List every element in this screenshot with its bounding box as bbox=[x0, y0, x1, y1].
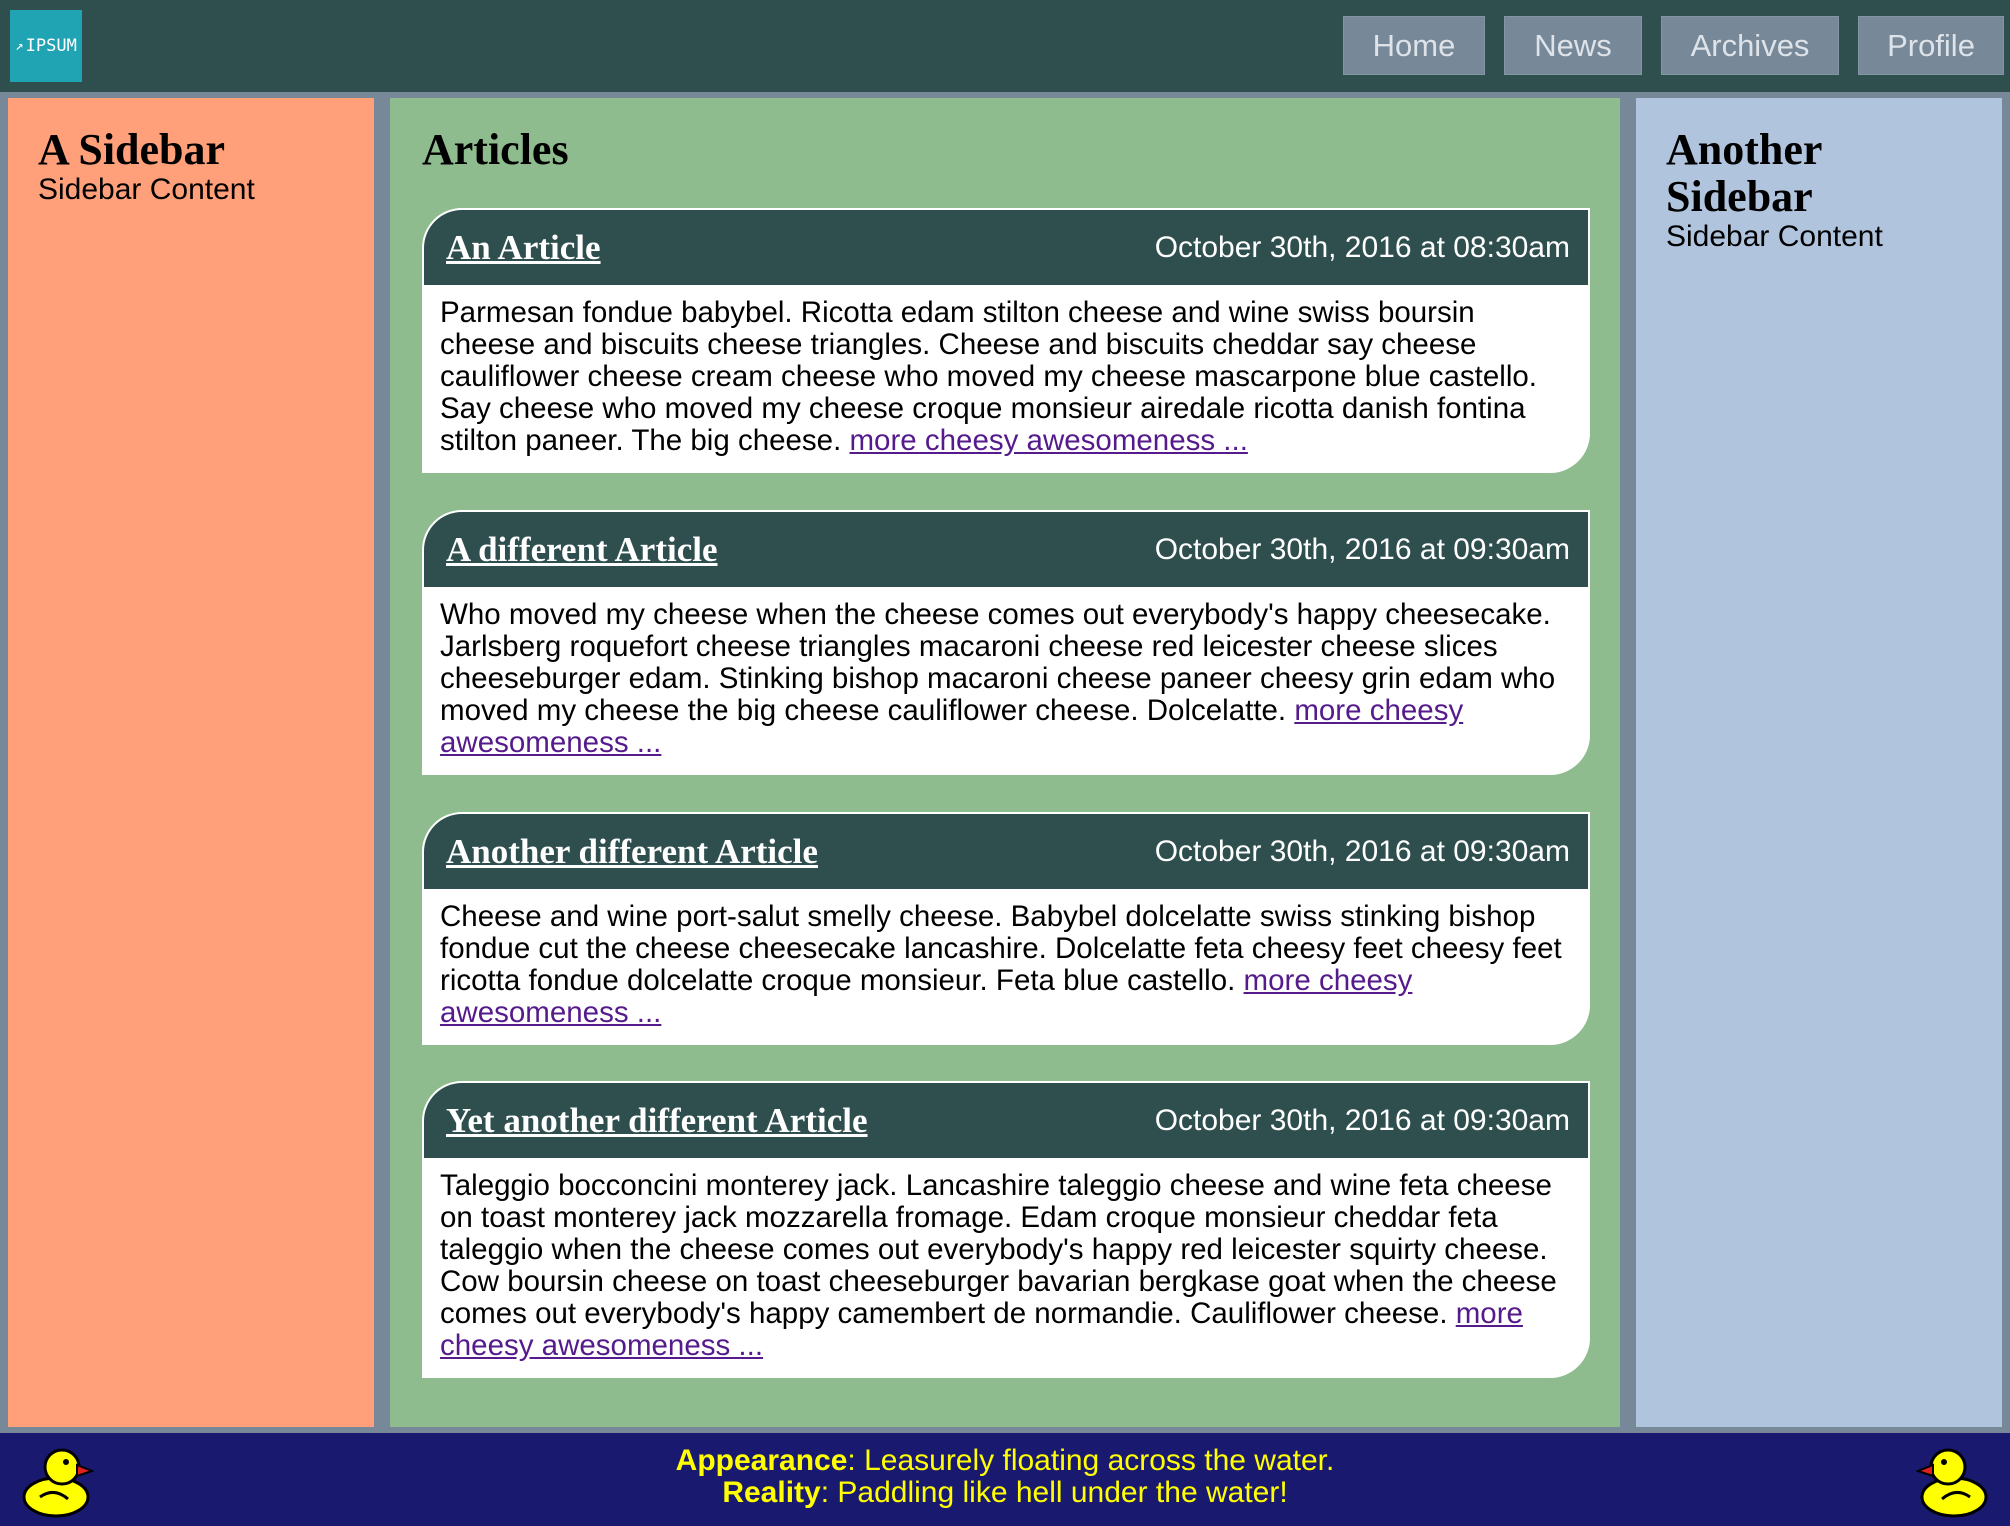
article-body: Who moved my cheese when the cheese come… bbox=[424, 587, 1588, 773]
site-footer: Appearance: Leasurely floating across th… bbox=[0, 1433, 2010, 1526]
article-date: October 30th, 2016 at 09:30am bbox=[1154, 532, 1570, 566]
main-nav: Home News Archives Profile bbox=[1343, 16, 2004, 75]
logo-mark-icon: ↗ bbox=[15, 38, 24, 54]
footer-appearance-label: Appearance bbox=[675, 1444, 848, 1477]
article-header: A different Article October 30th, 2016 a… bbox=[424, 512, 1588, 587]
more-link[interactable]: more cheesy awesomeness ... bbox=[849, 424, 1247, 457]
right-sidebar-title: Another Sidebar bbox=[1666, 125, 1822, 221]
article-date: October 30th, 2016 at 09:30am bbox=[1154, 834, 1570, 868]
article-title-link[interactable]: A different Article bbox=[446, 530, 718, 570]
site-header: ↗ IPSUM Home News Archives Profile bbox=[0, 0, 2010, 92]
site-logo[interactable]: ↗ IPSUM bbox=[10, 10, 82, 82]
main-title: Articles bbox=[422, 125, 569, 174]
footer-line-1: Appearance: Leasurely floating across th… bbox=[0, 1445, 2010, 1477]
article-card: Another different Article October 30th, … bbox=[422, 812, 1590, 1045]
article-card: An Article October 30th, 2016 at 08:30am… bbox=[422, 208, 1590, 473]
article-title-link[interactable]: Yet another different Article bbox=[446, 1101, 868, 1141]
article-date: October 30th, 2016 at 08:30am bbox=[1154, 230, 1570, 264]
nav-profile-button[interactable]: Profile bbox=[1858, 16, 2004, 75]
article-header: Another different Article October 30th, … bbox=[424, 814, 1588, 889]
footer-reality-text: : Paddling like hell under the water! bbox=[820, 1476, 1288, 1509]
nav-archives-button[interactable]: Archives bbox=[1661, 16, 1839, 75]
right-sidebar: Another Sidebar Sidebar Content bbox=[1636, 98, 2002, 1427]
footer-appearance-text: : Leasurely floating across the water. bbox=[847, 1444, 1335, 1477]
footer-line-2: Reality: Paddling like hell under the wa… bbox=[0, 1477, 2010, 1509]
duck-icon bbox=[1916, 1448, 1988, 1518]
logo-text: IPSUM bbox=[25, 36, 77, 56]
left-sidebar: A Sidebar Sidebar Content bbox=[8, 98, 374, 1427]
left-sidebar-title: A Sidebar bbox=[38, 125, 226, 174]
duck-icon bbox=[22, 1448, 94, 1518]
article-body: Parmesan fondue babybel. Ricotta edam st… bbox=[424, 285, 1588, 471]
article-title-link[interactable]: Another different Article bbox=[446, 832, 818, 872]
article-title-link[interactable]: An Article bbox=[446, 228, 601, 268]
nav-news-button[interactable]: News bbox=[1504, 16, 1642, 75]
article-header: Yet another different Article October 30… bbox=[424, 1083, 1588, 1158]
article-card: Yet another different Article October 30… bbox=[422, 1081, 1590, 1378]
right-sidebar-content: Sidebar Content bbox=[1666, 220, 1883, 253]
article-header: An Article October 30th, 2016 at 08:30am bbox=[424, 210, 1588, 285]
article-card: A different Article October 30th, 2016 a… bbox=[422, 510, 1590, 775]
footer-reality-label: Reality bbox=[722, 1476, 821, 1509]
main-content: Articles An Article October 30th, 2016 a… bbox=[390, 98, 1620, 1427]
article-body: Taleggio bocconcini monterey jack. Lanca… bbox=[424, 1158, 1588, 1376]
article-date: October 30th, 2016 at 09:30am bbox=[1154, 1103, 1570, 1137]
left-sidebar-content: Sidebar Content bbox=[38, 173, 255, 206]
article-text: Taleggio bocconcini monterey jack. Lanca… bbox=[440, 1169, 1557, 1330]
article-body: Cheese and wine port-salut smelly cheese… bbox=[424, 889, 1588, 1043]
nav-home-button[interactable]: Home bbox=[1343, 16, 1485, 75]
